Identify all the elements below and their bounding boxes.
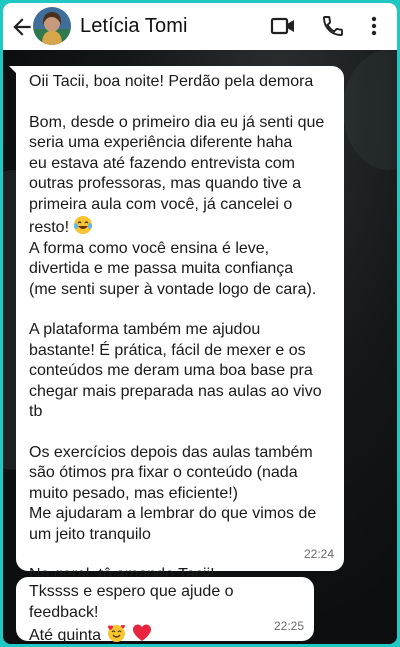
message-line: Oii Tacii, boa noite! Perdão pela demora — [29, 73, 314, 90]
message-line: (me senti super à vontade logo de cara). — [29, 280, 317, 298]
message-line: primeira aula com você, já cancelei o — [29, 195, 293, 213]
message-line: muito pesado, mas eficiente!) — [29, 484, 238, 502]
more-vert-icon[interactable] — [367, 14, 381, 38]
chat-header: Letícia Tomi — [3, 3, 397, 50]
message-line: A plataforma também me ajudou — [29, 321, 261, 338]
message-line: Me ajudaram a lembrar do que vimos de — [29, 505, 317, 522]
message-line: eu estava até fazendo entrevista com — [29, 154, 295, 172]
avatar-photo — [33, 7, 71, 45]
message-line: Até quinta — [29, 623, 301, 644]
laughing-tears-emoji-icon — [74, 216, 93, 234]
message-line: tb — [29, 403, 43, 420]
message-bubble[interactable]: Tkssss e espero que ajude o feedback! At… — [16, 577, 314, 644]
message-line: A forma como você ensina é leve, — [29, 239, 270, 257]
phone-icon[interactable] — [321, 14, 345, 38]
message-line: Tkssss e espero que ajude o feedback! — [29, 583, 234, 621]
wallpaper-shape — [343, 50, 397, 170]
message-line: resto! — [29, 215, 331, 239]
smiling-face-with-hearts-emoji-icon — [107, 624, 125, 642]
chat-window: Letícia Tomi Oii Tacii, boa noite! Perdã… — [3, 3, 397, 644]
message-line: são ótimos pra fixar o conteúdo (nada — [29, 464, 298, 481]
message-bubble[interactable]: Oii Tacii, boa noite! Perdão pela demora… — [16, 66, 344, 583]
avatar[interactable] — [33, 7, 71, 45]
message-line: Bom, desde o primeiro dia eu já senti qu… — [29, 113, 325, 131]
message-line: um jeito tranquilo — [29, 525, 151, 543]
message-timestamp: 22:24 — [303, 546, 334, 561]
message-line: chegar mais preparada nas aulas ao vivo — [29, 382, 322, 400]
contact-name[interactable]: Letícia Tomi — [80, 15, 188, 38]
video-call-icon[interactable] — [270, 14, 296, 38]
message-timestamp: 22:25 — [273, 618, 304, 633]
red-heart-emoji-icon — [132, 624, 151, 641]
message-line: outras professoras, mas quando tive a — [29, 175, 302, 192]
message-line: Os exercícios depois das aulas também — [29, 443, 313, 461]
message-line: divertida e me passa muita confiança — [29, 260, 294, 277]
message-line: bastante! É prática, fácil de mexer e os — [29, 341, 306, 359]
message-line: conteúdos me deram uma boa base pra — [29, 362, 313, 379]
message-line: seria uma experiência diferente haha — [29, 134, 293, 151]
back-arrow-icon[interactable] — [9, 14, 35, 40]
